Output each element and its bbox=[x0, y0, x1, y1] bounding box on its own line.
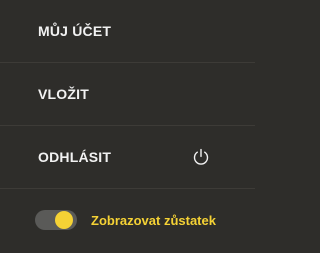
account-menu: MŮJ ÚČET VLOŽIT ODHLÁSIT Zobrazovat zůst… bbox=[0, 0, 255, 253]
balance-toggle-label[interactable]: Zobrazovat zůstatek bbox=[91, 213, 216, 228]
menu-item-label: MŮJ ÚČET bbox=[38, 23, 112, 39]
menu-item-label: VLOŽIT bbox=[38, 86, 89, 102]
toggle-knob bbox=[55, 211, 73, 229]
balance-toggle-row: Zobrazovat zůstatek bbox=[0, 189, 255, 251]
menu-item-logout[interactable]: ODHLÁSIT bbox=[0, 126, 255, 189]
power-icon bbox=[191, 147, 211, 167]
balance-toggle[interactable] bbox=[35, 210, 77, 230]
menu-item-deposit[interactable]: VLOŽIT bbox=[0, 63, 255, 126]
menu-item-label: ODHLÁSIT bbox=[38, 149, 112, 165]
menu-item-my-account[interactable]: MŮJ ÚČET bbox=[0, 0, 255, 63]
